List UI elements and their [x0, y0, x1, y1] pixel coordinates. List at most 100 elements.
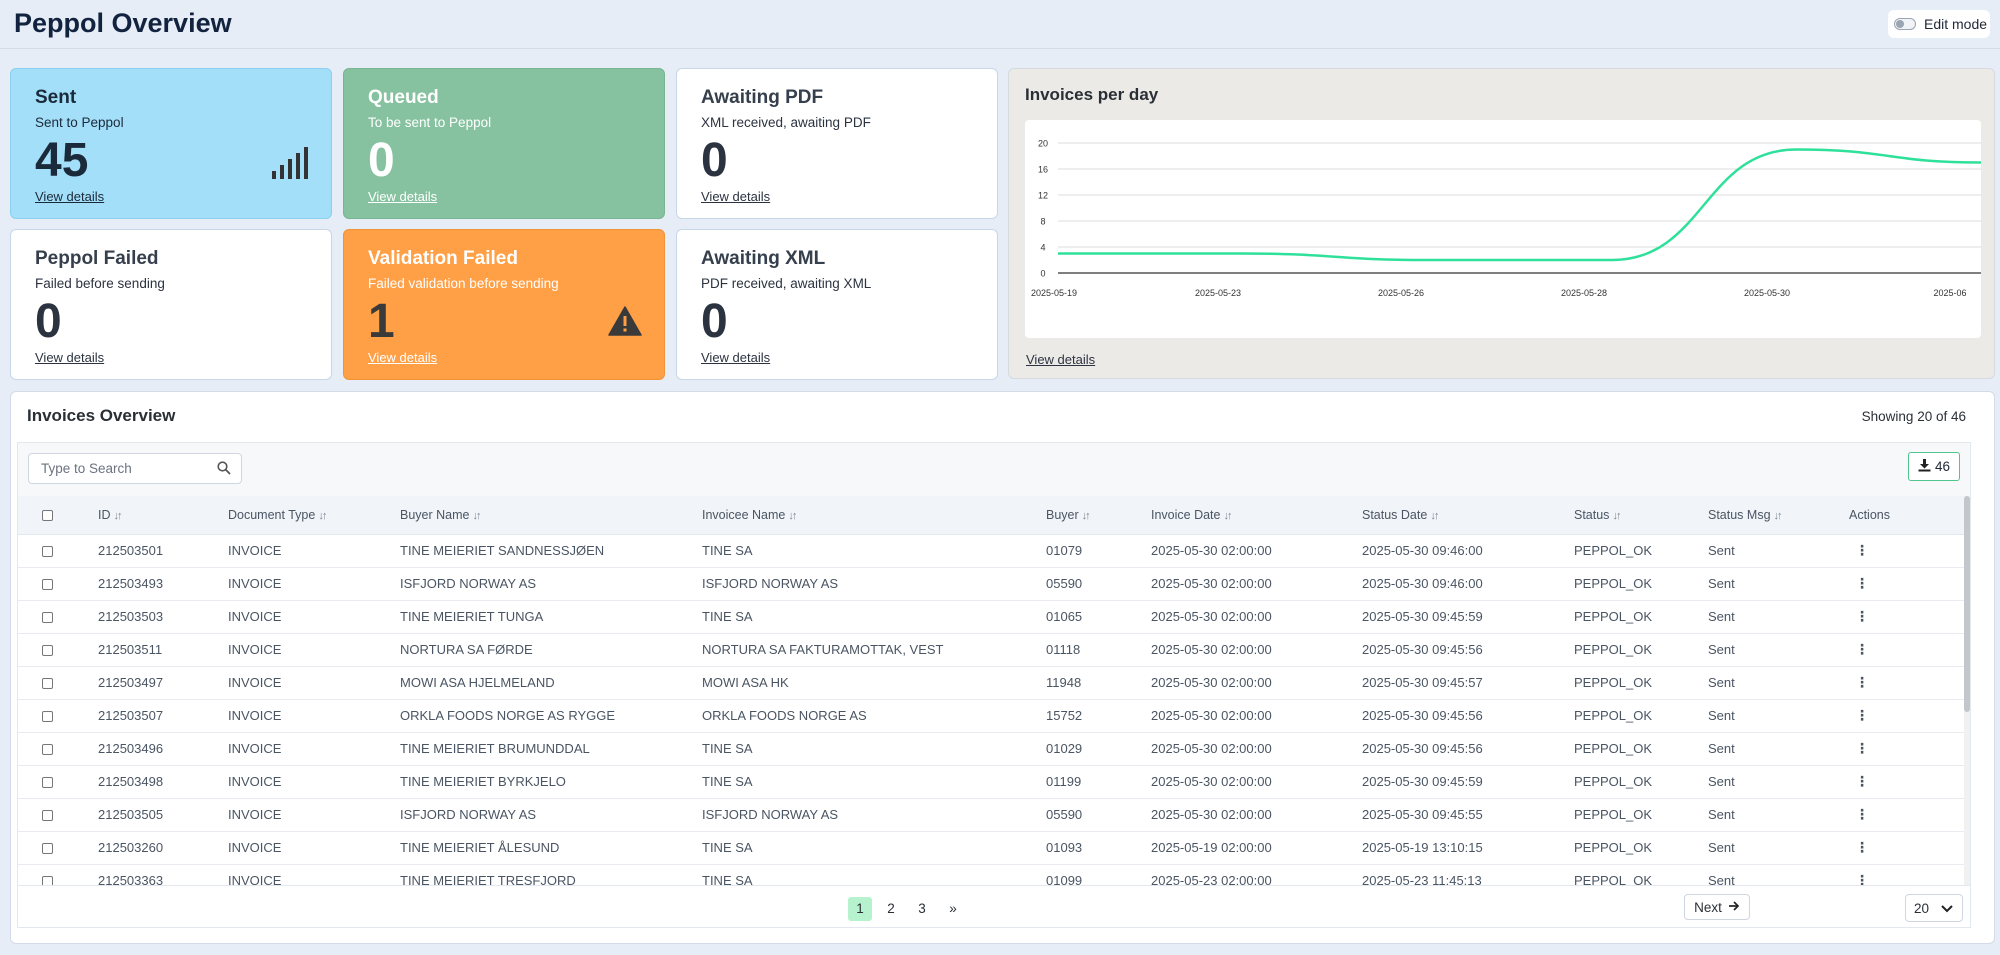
header-document-type[interactable]: Document Type ↓↑	[228, 496, 400, 535]
cell-select	[18, 567, 98, 600]
more-actions-icon[interactable]: ⋮	[1855, 575, 1869, 591]
page-header: Peppol Overview Edit mode	[0, 0, 2000, 49]
table-row[interactable]: 212503505 INVOICE ISFJORD NORWAY AS ISFJORD…	[18, 798, 1968, 831]
table-row[interactable]: 212503260 INVOICE TINE MEIERIET ÅLESUND TIN…	[18, 831, 1968, 864]
cell-buyer: 11948	[1046, 675, 1082, 690]
pagination-bar: 1 2 3 » Next 20	[17, 886, 1971, 928]
table-row[interactable]: 212503496 INVOICE TINE MEIERIET BRUMUNDDAL…	[18, 732, 1968, 765]
more-actions-icon[interactable]: ⋮	[1855, 608, 1869, 624]
card-sent: Sent Sent to Peppol 45 View details	[10, 68, 332, 219]
cell-invoicee-name: ISFJORD NORWAY AS	[702, 807, 839, 822]
row-checkbox[interactable]	[42, 546, 53, 558]
view-details-link[interactable]: View details	[701, 189, 770, 204]
header-status-msg[interactable]: Status Msg ↓↑	[1708, 496, 1849, 535]
header-select-all	[18, 496, 98, 535]
view-details-link[interactable]: View details	[35, 350, 104, 365]
table-scrollbar[interactable]	[1964, 496, 1970, 885]
table-row[interactable]: 212503503 INVOICE TINE MEIERIET TUNGA TINE …	[18, 600, 1968, 633]
cell-status-msg: Sent	[1708, 642, 1735, 657]
edit-mode-toggle[interactable]: Edit mode	[1888, 10, 1990, 38]
more-actions-icon[interactable]: ⋮	[1855, 707, 1869, 723]
row-checkbox[interactable]	[42, 843, 53, 855]
view-details-link[interactable]: View details	[368, 350, 437, 365]
cell-status-date: 2025-05-30 09:45:59	[1362, 609, 1483, 624]
cell-buyer-name: TINE MEIERIET TRESFJORD	[400, 873, 576, 886]
row-checkbox[interactable]	[42, 711, 53, 723]
more-actions-icon[interactable]: ⋮	[1855, 773, 1869, 789]
table-row[interactable]: 212503498 INVOICE TINE MEIERIET BYRKJELO TI…	[18, 765, 1968, 798]
cell-select	[18, 831, 98, 864]
table-row[interactable]: 212503497 INVOICE MOWI ASA HJELMELAND MOWI …	[18, 666, 1968, 699]
line-chart: 0 4 8 12 16 20 2025-05-19 2025-05-23 2025-05-26 2…	[1031, 139, 1981, 298]
cell-document-type: INVOICE	[228, 873, 282, 886]
cell-invoicee-name: NORTURA SA FAKTURAMOTTAK, VEST	[702, 642, 944, 657]
row-checkbox[interactable]	[42, 876, 53, 885]
download-button[interactable]: 46	[1908, 452, 1960, 481]
sort-icon: ↓↑	[1223, 509, 1232, 522]
page-1-button[interactable]: 1	[848, 897, 872, 921]
card-subtitle: XML received, awaiting PDF	[701, 115, 871, 130]
search-input[interactable]	[29, 454, 209, 483]
select-all-checkbox[interactable]	[42, 509, 53, 521]
more-actions-icon[interactable]: ⋮	[1855, 806, 1869, 822]
cell-invoicee-name: TINE SA	[702, 873, 753, 886]
cell-status: PEPPOL_OK	[1574, 840, 1653, 855]
next-label: Next	[1694, 899, 1722, 915]
cell-buyer: 05590	[1046, 807, 1083, 822]
more-actions-icon[interactable]: ⋮	[1855, 641, 1869, 657]
row-checkbox[interactable]	[42, 612, 53, 624]
table-row[interactable]: 212503363 INVOICE TINE MEIERIET TRESFJORD T…	[18, 864, 1968, 886]
more-actions-icon[interactable]: ⋮	[1855, 740, 1869, 756]
header-actions: Actions	[1849, 496, 1968, 535]
header-id[interactable]: ID ↓↑	[98, 496, 228, 535]
row-checkbox[interactable]	[42, 645, 53, 657]
header-invoicee-name[interactable]: Invoicee Name ↓↑	[702, 496, 1046, 535]
row-checkbox[interactable]	[42, 579, 53, 591]
scrollbar-thumb[interactable]	[1964, 496, 1970, 712]
header-status[interactable]: Status ↓↑	[1574, 496, 1708, 535]
next-page-button[interactable]: Next	[1684, 894, 1750, 920]
more-actions-icon[interactable]: ⋮	[1855, 542, 1869, 558]
header-status-date[interactable]: Status Date ↓↑	[1362, 496, 1574, 535]
page-3-button[interactable]: 3	[910, 897, 934, 921]
view-details-link[interactable]: View details	[368, 189, 437, 204]
row-checkbox[interactable]	[42, 810, 53, 822]
card-title: Sent	[35, 87, 77, 108]
cell-buyer: 01029	[1046, 741, 1083, 756]
table-row[interactable]: 212503511 INVOICE NORTURA SA FØRDE NORTURA …	[18, 633, 1968, 666]
cell-status-msg: Sent	[1708, 741, 1735, 756]
card-value: 0	[701, 134, 728, 187]
header-buyer-name[interactable]: Buyer Name ↓↑	[400, 496, 702, 535]
page-2-button[interactable]: 2	[879, 897, 903, 921]
more-actions-icon[interactable]: ⋮	[1855, 872, 1869, 885]
more-actions-icon[interactable]: ⋮	[1855, 674, 1869, 690]
cell-status: PEPPOL_OK	[1574, 642, 1653, 657]
row-checkbox[interactable]	[42, 678, 53, 690]
cell-invoice-date: 2025-05-30 02:00:00	[1151, 708, 1272, 723]
cell-buyer-name: MOWI ASA HJELMELAND	[400, 675, 555, 690]
toggle-switch-icon[interactable]	[1894, 18, 1916, 30]
header-invoice-date[interactable]: Invoice Date ↓↑	[1151, 496, 1362, 535]
cell-actions: ⋮	[1849, 732, 1968, 765]
per-page-select[interactable]: 20	[1905, 894, 1963, 922]
chart-view-details-link[interactable]: View details	[1026, 352, 1095, 367]
table-row[interactable]: 212503501 INVOICE TINE MEIERIET SANDNESSJØ…	[18, 534, 1968, 567]
table-row[interactable]: 212503493 INVOICE ISFJORD NORWAY AS ISFJORD…	[18, 567, 1968, 600]
more-actions-icon[interactable]: ⋮	[1855, 839, 1869, 855]
card-title: Queued	[368, 87, 439, 108]
x-tick-label: 2025-05-26	[1378, 288, 1424, 298]
row-checkbox[interactable]	[42, 777, 53, 789]
table-row[interactable]: 212503507 INVOICE ORKLA FOODS NORGE AS RYG…	[18, 699, 1968, 732]
search-icon[interactable]	[217, 461, 231, 480]
cell-status-msg: Sent	[1708, 873, 1735, 886]
cell-status-msg: Sent	[1708, 576, 1735, 591]
header-buyer[interactable]: Buyer ↓↑	[1046, 496, 1151, 535]
invoices-per-day-panel: Invoices per day 0 4 8 12 16 20 2025-05-19 2025…	[1008, 68, 1995, 379]
row-checkbox[interactable]	[42, 744, 53, 756]
view-details-link[interactable]: View details	[701, 350, 770, 365]
search-box[interactable]	[28, 453, 242, 484]
card-title: Validation Failed	[368, 248, 518, 269]
last-page-button[interactable]: »	[941, 897, 965, 921]
view-details-link[interactable]: View details	[35, 189, 104, 204]
cell-status: PEPPOL_OK	[1574, 774, 1653, 789]
